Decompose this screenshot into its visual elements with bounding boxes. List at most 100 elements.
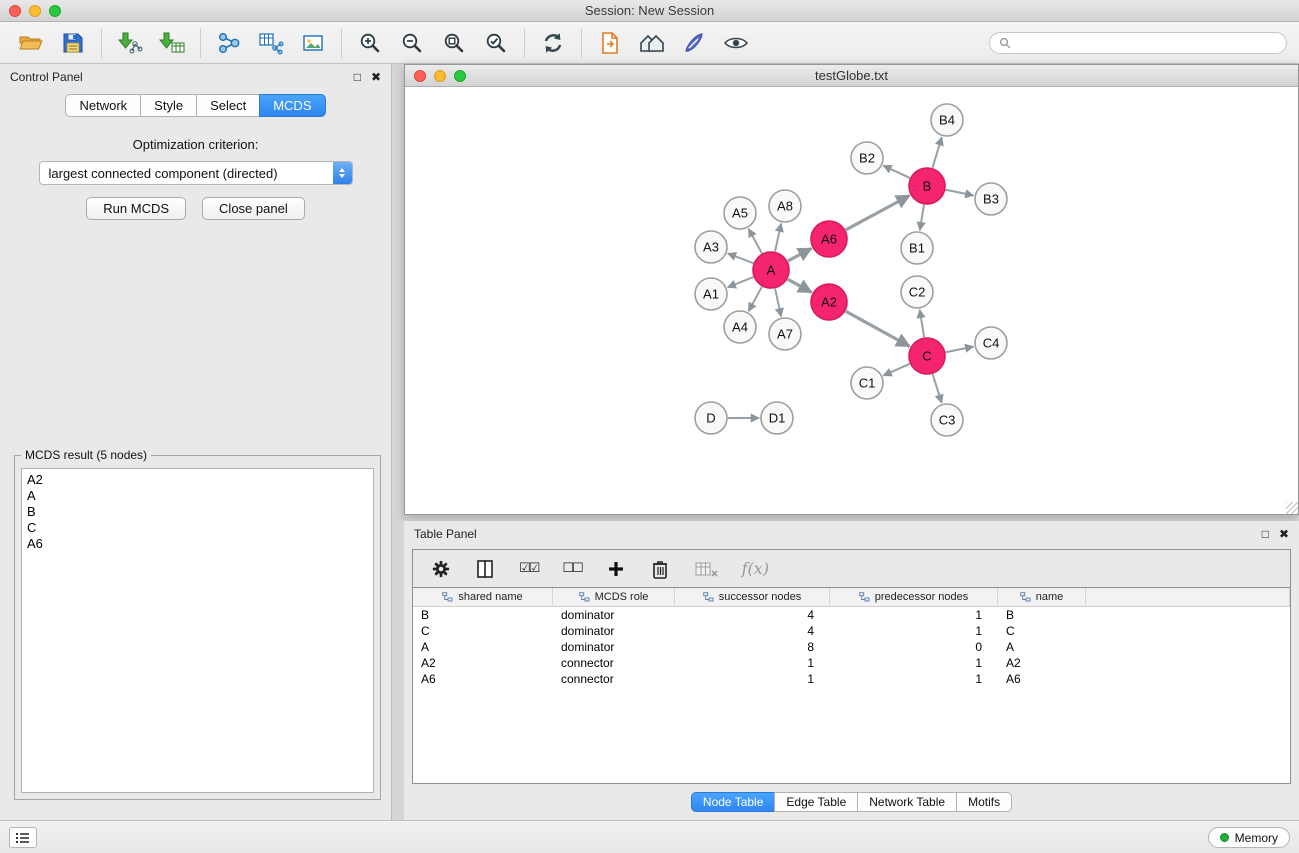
table-cell[interactable]: 8 — [675, 639, 830, 655]
table-cell[interactable]: A2 — [413, 655, 553, 671]
close-panel-button[interactable]: Close panel — [202, 197, 305, 220]
task-history-button[interactable] — [9, 827, 37, 848]
network-canvas[interactable]: B4B2BB3A5A8A6A3B1AC2A1A2A4A7C4CC1C3DD1 — [405, 88, 1298, 514]
zoom-fit-button[interactable] — [433, 25, 475, 61]
graph-edge[interactable] — [728, 277, 754, 287]
graph-edge[interactable] — [946, 190, 974, 196]
graph-edge[interactable] — [728, 253, 753, 263]
table-cell[interactable]: B — [413, 607, 553, 623]
table-cell[interactable]: 1 — [830, 671, 998, 687]
table-cell[interactable]: A2 — [998, 655, 1086, 671]
zoom-out-button[interactable] — [391, 25, 433, 61]
graph-edge[interactable] — [883, 364, 909, 376]
table-row[interactable]: Cdominator41C — [413, 623, 1290, 639]
mcds-result-item[interactable]: B — [22, 504, 373, 520]
table-cell[interactable]: 4 — [675, 623, 830, 639]
open-document-button[interactable] — [589, 25, 631, 61]
float-panel-icon[interactable]: □ — [1262, 527, 1269, 541]
column-header[interactable]: shared name — [413, 588, 553, 606]
tab-style[interactable]: Style — [140, 94, 197, 117]
graph-edge[interactable] — [749, 229, 762, 253]
show-hide-button[interactable] — [715, 25, 757, 61]
import-network-button[interactable] — [109, 25, 151, 61]
table-cell[interactable]: A6 — [413, 671, 553, 687]
zoom-window-button[interactable] — [49, 5, 61, 17]
table-cell[interactable]: C — [998, 623, 1086, 639]
graph-edge[interactable] — [920, 310, 924, 337]
mcds-result-list[interactable]: A2ABCA6 — [21, 468, 374, 793]
table-cell[interactable]: A6 — [998, 671, 1086, 687]
zoom-network-button[interactable] — [454, 70, 466, 82]
table-cell[interactable]: A — [413, 639, 553, 655]
column-header[interactable]: name — [998, 588, 1086, 606]
home-view-button[interactable] — [631, 25, 673, 61]
table-cell[interactable]: B — [998, 607, 1086, 623]
table-cell[interactable]: 1 — [830, 607, 998, 623]
mcds-result-item[interactable]: A2 — [22, 469, 373, 488]
memory-button[interactable]: Memory — [1208, 827, 1290, 848]
export-image-button[interactable] — [292, 25, 334, 61]
tab-network[interactable]: Network — [65, 94, 141, 117]
table-row[interactable]: A6connector11A6 — [413, 671, 1290, 687]
graph-edge[interactable] — [775, 224, 781, 252]
tab-motifs[interactable]: Motifs — [956, 792, 1012, 812]
open-session-button[interactable] — [10, 25, 52, 61]
close-window-button[interactable] — [9, 5, 21, 17]
tab-edge-table[interactable]: Edge Table — [774, 792, 858, 812]
column-header[interactable]: successor nodes — [675, 588, 830, 606]
table-row[interactable]: Bdominator41B — [413, 607, 1290, 623]
graph-edge[interactable] — [846, 311, 910, 346]
new-network-button[interactable] — [208, 25, 250, 61]
table-cell[interactable]: 0 — [830, 639, 998, 655]
select-all-button[interactable]: ☑☑ — [519, 561, 538, 576]
table-cell[interactable]: 1 — [830, 655, 998, 671]
table-cell[interactable]: connector — [553, 655, 675, 671]
table-cell[interactable]: 1 — [675, 655, 830, 671]
graph-edge[interactable] — [788, 248, 812, 261]
delete-column-button[interactable] — [650, 558, 670, 580]
table-cell[interactable]: A — [998, 639, 1086, 655]
close-panel-icon[interactable]: ✖ — [371, 70, 381, 84]
search-input[interactable] — [1017, 36, 1277, 50]
refresh-button[interactable] — [532, 25, 574, 61]
column-header[interactable]: MCDS role — [553, 588, 675, 606]
graph-edge[interactable] — [920, 205, 924, 230]
network-from-table-button[interactable] — [250, 25, 292, 61]
minimize-network-button[interactable] — [434, 70, 446, 82]
function-builder-button[interactable]: f(x) — [742, 559, 769, 578]
run-mcds-button[interactable]: Run MCDS — [86, 197, 186, 220]
minimize-window-button[interactable] — [29, 5, 41, 17]
table-cell[interactable]: dominator — [553, 607, 675, 623]
table-row[interactable]: A2connector11A2 — [413, 655, 1290, 671]
graph-edge[interactable] — [933, 374, 942, 403]
table-cell[interactable]: 1 — [675, 671, 830, 687]
delete-table-button[interactable] — [694, 559, 718, 579]
table-cell[interactable]: connector — [553, 671, 675, 687]
tab-network-table[interactable]: Network Table — [857, 792, 957, 812]
resize-grip[interactable] — [1286, 502, 1298, 514]
float-panel-icon[interactable]: □ — [354, 70, 361, 84]
zoom-selected-button[interactable] — [475, 25, 517, 61]
optimization-criterion-dropdown[interactable]: largest connected component (directed) — [39, 161, 353, 185]
table-cell[interactable]: 4 — [675, 607, 830, 623]
table-cell[interactable]: dominator — [553, 623, 675, 639]
graph-edge[interactable] — [846, 196, 910, 230]
tab-node-table[interactable]: Node Table — [691, 792, 776, 812]
mcds-result-item[interactable]: C — [22, 520, 373, 536]
zoom-in-button[interactable] — [349, 25, 391, 61]
apply-style-button[interactable] — [673, 25, 715, 61]
graph-edge[interactable] — [883, 166, 909, 178]
mcds-result-item[interactable]: A — [22, 488, 373, 504]
deselect-all-button[interactable]: ☐☐ — [562, 561, 581, 576]
save-session-button[interactable] — [52, 25, 94, 61]
mcds-result-item[interactable]: A6 — [22, 536, 373, 552]
import-table-button[interactable] — [151, 25, 193, 61]
graph-edge[interactable] — [749, 287, 762, 311]
table-cell[interactable]: C — [413, 623, 553, 639]
graph-edge[interactable] — [946, 347, 974, 353]
search-box[interactable] — [989, 32, 1287, 54]
table-cell[interactable]: 1 — [830, 623, 998, 639]
close-panel-icon[interactable]: ✖ — [1279, 527, 1289, 541]
graph-edge[interactable] — [933, 137, 942, 168]
graph-edge[interactable] — [788, 279, 812, 292]
